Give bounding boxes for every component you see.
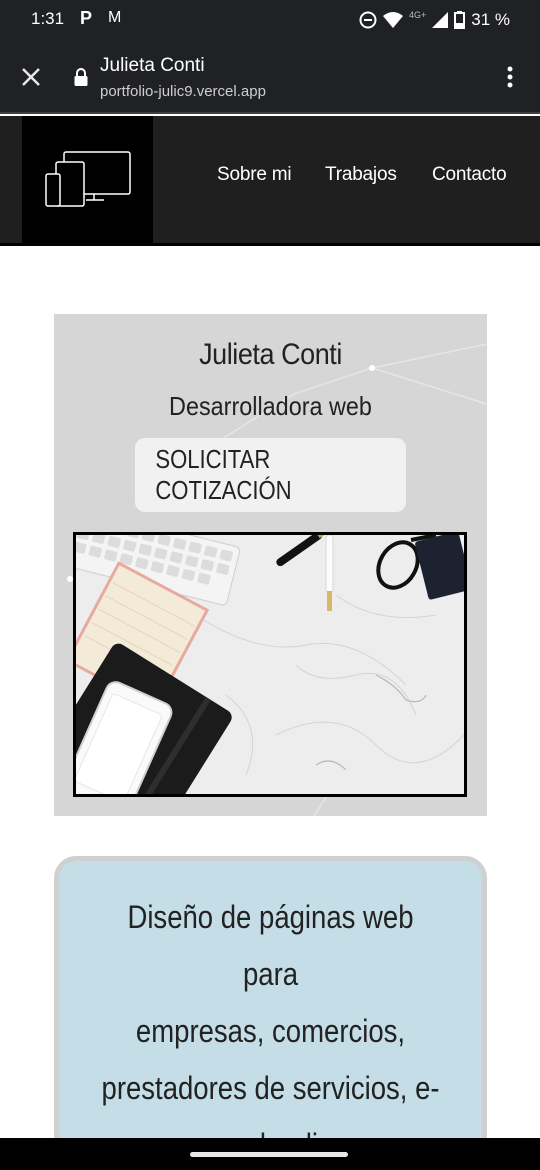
hero-role: Desarrolladora web xyxy=(169,391,372,421)
network-type: 4G+ xyxy=(408,10,427,20)
site-header: Sobre mi Trabajos Contacto xyxy=(0,116,540,246)
service-line: prestadores de servicios, e- xyxy=(101,1070,440,1106)
gmail-icon: M xyxy=(108,9,122,26)
gesture-navigation-bar xyxy=(0,1138,540,1170)
nav-sobre-mi[interactable]: Sobre mi xyxy=(217,164,292,186)
nav-contacto[interactable]: Contacto xyxy=(432,164,507,186)
hero-section: Julieta Conti Desarrolladora web SOLICIT… xyxy=(54,314,487,816)
desk-illustration xyxy=(76,535,464,794)
request-quote-label: SOLICITAR COTIZACIÓN xyxy=(155,444,292,505)
browser-toolbar: Julieta Conti portfolio-julic9.vercel.ap… xyxy=(0,40,540,114)
desk-workspace-image xyxy=(73,532,467,797)
status-icons: 4G+ 31 % xyxy=(359,8,510,32)
battery-percent: 31 % xyxy=(471,10,510,29)
service-line: empresas, comercios, xyxy=(135,1013,406,1049)
service-line: Diseño de páginas web para xyxy=(127,899,414,992)
nav-trabajos[interactable]: Trabajos xyxy=(325,164,397,186)
page-url[interactable]: portfolio-julic9.vercel.app xyxy=(100,83,266,100)
request-quote-button[interactable]: SOLICITAR COTIZACIÓN xyxy=(135,438,406,512)
devices-icon xyxy=(45,151,131,207)
site-logo[interactable] xyxy=(22,116,153,246)
service-description: Diseño de páginas web para empresas, com… xyxy=(73,889,468,1170)
hero-name: Julieta Conti xyxy=(199,338,342,371)
status-bar: 1:31 P M 4G+ 31 % xyxy=(0,0,540,40)
dnd-icon xyxy=(359,11,377,29)
more-vert-icon[interactable] xyxy=(500,64,520,90)
lock-icon xyxy=(74,68,88,86)
battery-icon xyxy=(454,11,466,29)
home-gesture-handle[interactable] xyxy=(190,1152,348,1157)
wifi-icon xyxy=(382,12,403,28)
page-title: Julieta Conti xyxy=(100,55,205,76)
service-card: Diseño de páginas web para empresas, com… xyxy=(54,856,487,1163)
status-time: 1:31 xyxy=(31,9,65,28)
parking-app-icon: P xyxy=(80,8,93,28)
signal-icon xyxy=(432,12,449,28)
close-icon[interactable] xyxy=(18,64,44,90)
